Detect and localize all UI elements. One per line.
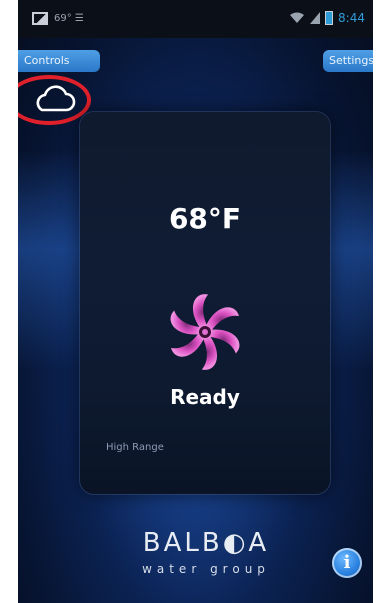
logo-main-text: BALB◐A [142, 528, 270, 558]
status-time: 8:44 [338, 11, 365, 25]
status-bar-left: 69° ☰ [32, 12, 84, 25]
battery-icon [325, 11, 334, 25]
status-left-text: 69° ☰ [54, 13, 84, 24]
controls-button[interactable]: Controls [18, 50, 100, 72]
spa-status-card[interactable]: 68°F Ready High Range [80, 112, 330, 494]
status-bar-right: 8:44 [289, 11, 365, 25]
settings-button[interactable]: Settings [323, 50, 373, 72]
range-label: High Range [106, 442, 164, 453]
logo-sub-text: water group [142, 562, 270, 576]
pinwheel-icon [167, 294, 243, 370]
screenshot-icon [32, 12, 48, 25]
signal-icon [310, 12, 321, 24]
wifi-icon [290, 12, 305, 23]
info-button[interactable]: i [332, 548, 362, 578]
highlight-circle [18, 75, 91, 125]
balboa-logo: BALB◐A water group [122, 528, 290, 588]
status-bar: 69° ☰ 8:44 [18, 0, 373, 38]
app-screen: 69° ☰ 8:44 Controls Settings 68°F Ready … [18, 0, 373, 603]
info-icon: i [343, 552, 351, 573]
temperature-display: 68°F [168, 202, 242, 235]
status-label: Ready [170, 385, 240, 409]
